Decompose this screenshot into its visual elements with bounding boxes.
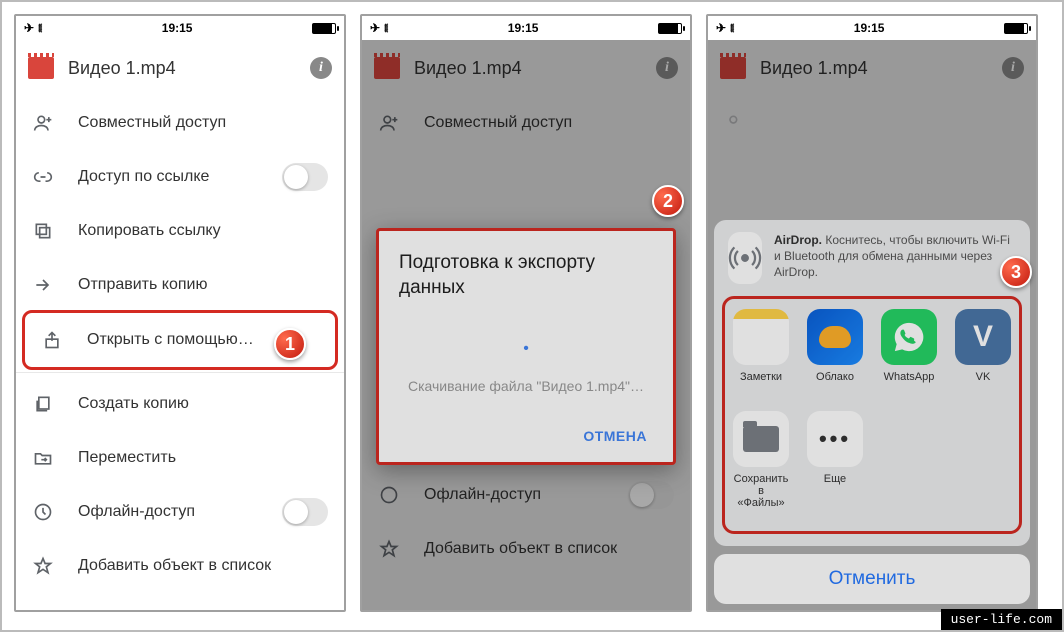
item-add-to-list[interactable]: Добавить объект в список [16,539,344,593]
item-label: Копировать ссылку [78,222,328,240]
airdrop-text: AirDrop. Коснитесь, чтобы включить Wi-Fi… [774,232,1016,281]
item-send-copy[interactable]: Отправить копию [16,258,344,312]
item-label: Отправить копию [78,276,328,294]
callout-badge-1: 1 [274,328,306,360]
spinner-icon: • [399,340,653,358]
airplane-icon: ✈ [716,21,726,35]
screenshot-3: ✈⧛ 19:15 Видео 1.mp4 i [706,14,1038,612]
item-label: Добавить объект в список [78,557,328,575]
airplane-icon: ✈ [370,21,380,35]
wifi-icon: ⧛ [38,21,42,36]
airdrop-icon [728,232,762,284]
share-cancel-button[interactable]: Отменить [714,554,1030,604]
watermark: user-life.com [941,609,1062,630]
battery-icon [1004,23,1028,34]
star-icon [32,555,54,577]
separator [16,372,344,373]
app-label: Заметки [731,371,791,383]
airplane-icon: ✈ [24,21,34,35]
item-label: Переместить [78,449,328,467]
vk-icon: V [955,309,1011,365]
status-bar: ✈ ⧛ 19:15 [708,16,1036,40]
movie-icon [28,57,54,79]
duplicate-icon [32,393,54,415]
app-label: WhatsApp [879,371,939,383]
item-label: Доступ по ссылке [78,168,258,186]
app-label: Облако [805,371,865,383]
cloud-icon [807,309,863,365]
file-title: Видео 1.mp4 [68,58,296,79]
airdrop-row[interactable]: AirDrop. Коснитесь, чтобы включить Wi-Fi… [724,232,1020,284]
item-make-copy[interactable]: Создать копию [16,377,344,431]
status-time: 19:15 [162,21,193,35]
wifi-icon: ⧛ [384,21,388,36]
app-label: Еще [805,473,865,485]
app-save-to-files[interactable]: Сохранить в«Файлы» [731,411,791,509]
arrow-right-icon [32,274,54,296]
app-cloud[interactable]: Облако [805,309,865,383]
item-share-access[interactable]: Совместный доступ [16,96,344,150]
folder-move-icon [32,447,54,469]
share-sheet: AirDrop. Коснитесь, чтобы включить Wi-Fi… [714,220,1030,604]
item-copy-link[interactable]: Копировать ссылку [16,204,344,258]
callout-badge-3: 3 [1000,256,1032,288]
export-dialog: Подготовка к экспорту данных • Скачивани… [376,228,676,465]
status-bar: ✈ ⧛ 19:15 [362,16,690,40]
offline-toggle[interactable] [282,498,328,526]
copy-icon [32,220,54,242]
wifi-icon: ⧛ [730,21,734,36]
person-add-icon [32,112,54,134]
more-icon: ••• [807,411,863,467]
app-label: VK [953,371,1013,383]
battery-icon [658,23,682,34]
file-header: Видео 1.mp4 i [16,40,344,96]
item-label: Офлайн-доступ [78,503,258,521]
files-icon [733,411,789,467]
share-apps-row: Заметки Облако WhatsApp V VK [722,296,1022,534]
info-button[interactable]: i [310,57,332,79]
status-time: 19:15 [854,21,885,35]
app-more[interactable]: ••• Еще [805,411,865,509]
status-time: 19:15 [508,21,539,35]
offline-icon [32,501,54,523]
item-label: Создать копию [78,395,328,413]
screenshot-1: ✈ ⧛ 19:15 Видео 1.mp4 i Совместный доступ… [14,14,346,612]
callout-badge-2: 2 [652,185,684,217]
battery-icon [312,23,336,34]
app-label: Сохранить в«Файлы» [731,473,791,509]
app-vk[interactable]: V VK [953,309,1013,383]
dialog-subtitle: Скачивание файла "Видео 1.mp4"… [399,378,653,394]
item-move[interactable]: Переместить [16,431,344,485]
app-whatsapp[interactable]: WhatsApp [879,309,939,383]
item-label: Совместный доступ [78,114,328,132]
item-offline[interactable]: Офлайн-доступ [16,485,344,539]
link-icon [32,166,54,188]
app-notes[interactable]: Заметки [731,309,791,383]
screenshot-2: ✈⧛ 19:15 Видео 1.mp4 i Совместный доступ [360,14,692,612]
whatsapp-icon [881,309,937,365]
notes-icon [733,309,789,365]
share-up-icon [41,329,63,351]
dialog-title: Подготовка к экспорту данных [399,251,653,300]
dialog-cancel-button[interactable]: ОТМЕНА [577,420,653,452]
link-access-toggle[interactable] [282,163,328,191]
item-link-access[interactable]: Доступ по ссылке [16,150,344,204]
status-bar: ✈ ⧛ 19:15 [16,16,344,40]
